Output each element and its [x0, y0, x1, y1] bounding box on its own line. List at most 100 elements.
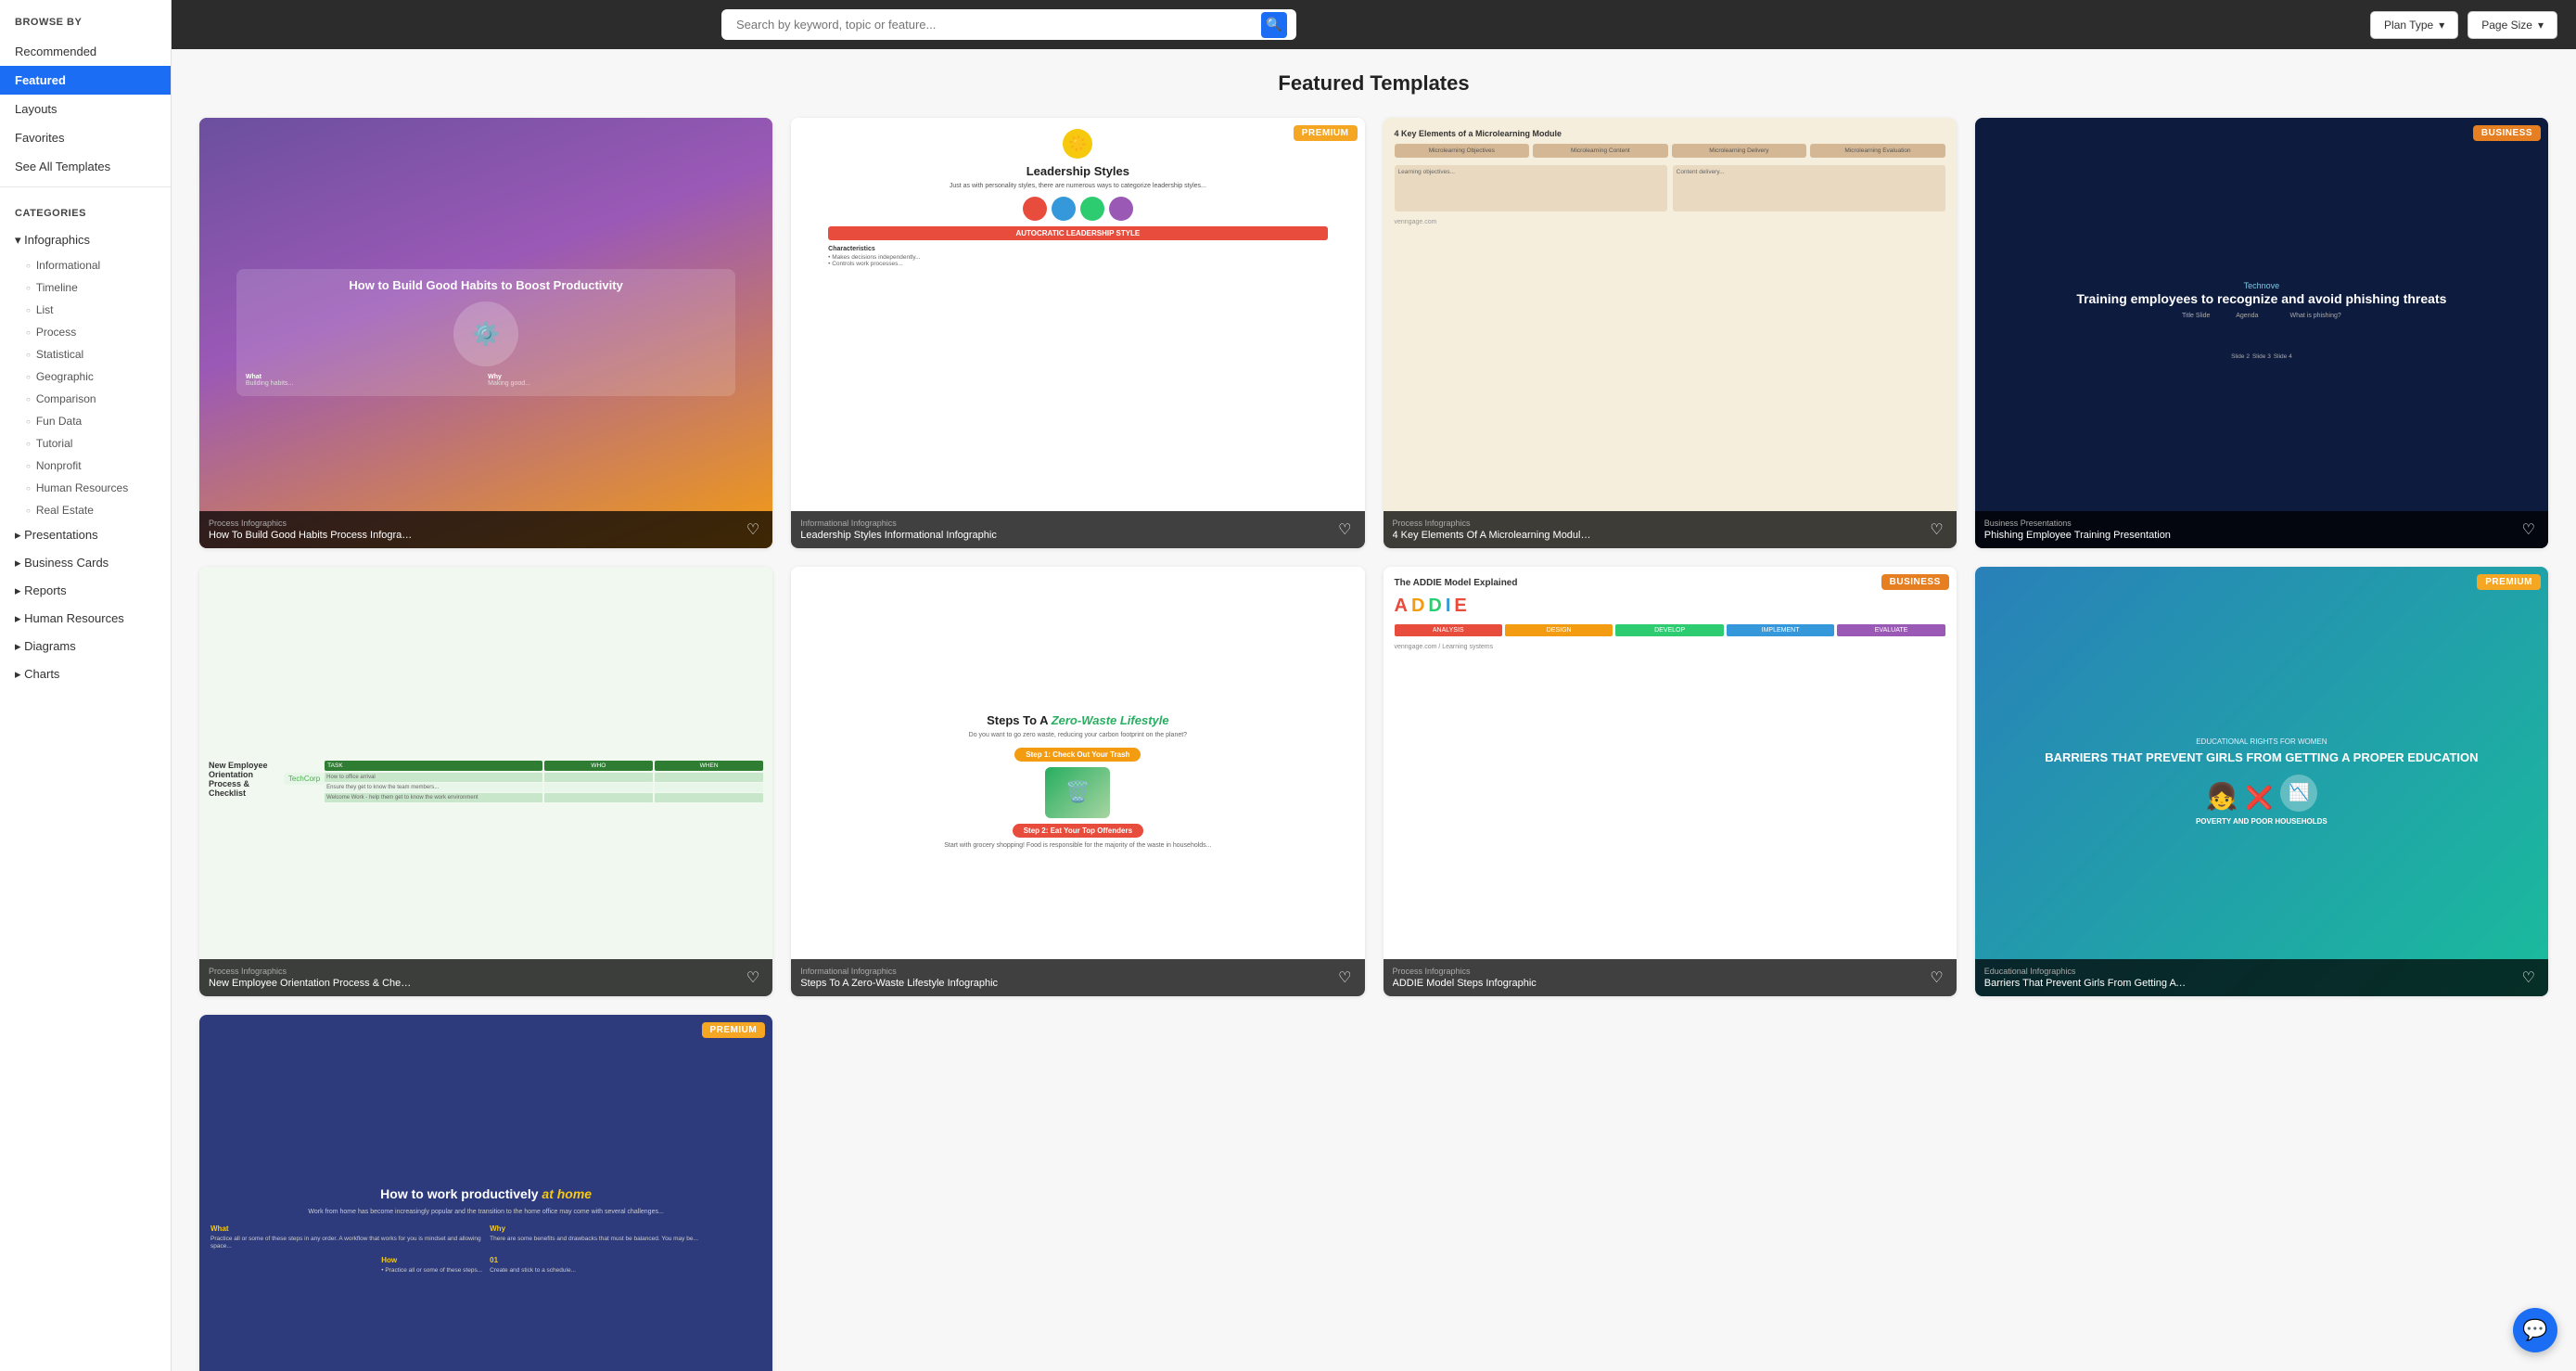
sidebar-category-charts[interactable]: ▸ Charts: [0, 660, 171, 688]
card-preview-wfh: How to work productively at home Work fr…: [199, 1015, 772, 1371]
card-category-zerowaste: Informational Infographics: [800, 967, 998, 976]
search-input[interactable]: [721, 9, 1296, 40]
card-image-zerowaste: Steps To A Zero-Waste Lifestyle Do you w…: [791, 567, 1364, 997]
sidebar-category-presentations[interactable]: ▸ Presentations: [0, 521, 171, 549]
sidebar-item-see-all[interactable]: See All Templates: [0, 152, 171, 181]
card-footer-text-phishing: Business Presentations Phishing Employee…: [1984, 519, 2171, 541]
sidebar: BROWSE BY Recommended Featured Layouts F…: [0, 0, 172, 1371]
template-card-microlearning[interactable]: 4 Key Elements of a Microlearning Module…: [1384, 118, 1957, 548]
sidebar-sub-tutorial[interactable]: Tutorial: [26, 432, 171, 455]
category-label: ▸ Business Cards: [15, 556, 108, 570]
card-category-orientation: Process Infographics: [209, 967, 413, 976]
sidebar-sub-geographic[interactable]: Geographic: [26, 365, 171, 388]
card-category-habits: Process Infographics: [209, 519, 413, 528]
card-name-barriers: Barriers That Prevent Girls From Getting…: [1984, 978, 2188, 989]
card-image-orientation: New Employee OrientationProcess & Checkl…: [199, 567, 772, 997]
card-name-addie: ADDIE Model Steps Infographic: [1393, 978, 1537, 989]
card-image-habits: How to Build Good Habits to Boost Produc…: [199, 118, 772, 548]
template-card-habits[interactable]: How to Build Good Habits to Boost Produc…: [199, 118, 772, 548]
page-title: Featured Templates: [199, 71, 2548, 96]
category-label: ▸ Reports: [15, 583, 67, 598]
sidebar-sub-comparison[interactable]: Comparison: [26, 388, 171, 410]
card-name-zerowaste: Steps To A Zero-Waste Lifestyle Infograp…: [800, 978, 998, 989]
favorite-button-barriers[interactable]: ♡: [2519, 967, 2539, 989]
template-card-phishing[interactable]: BUSINESS Technove Training employees to …: [1975, 118, 2548, 548]
card-category-leadership: Informational Infographics: [800, 519, 997, 528]
favorite-button-microlearning[interactable]: ♡: [1926, 519, 1946, 541]
sidebar-sub-timeline[interactable]: Timeline: [26, 276, 171, 299]
sidebar-item-label: Favorites: [15, 131, 64, 145]
sidebar-sub-statistical[interactable]: Statistical: [26, 343, 171, 365]
card-category-barriers: Educational Infographics: [1984, 967, 2188, 976]
sidebar-sub-real-estate[interactable]: Real Estate: [26, 499, 171, 521]
category-label: ▾ Infographics: [15, 233, 90, 248]
sidebar-sub-nonprofit[interactable]: Nonprofit: [26, 455, 171, 477]
sidebar-item-label: Featured: [15, 73, 66, 87]
sidebar-item-label: Layouts: [15, 102, 57, 116]
sidebar-sub-list[interactable]: List: [26, 299, 171, 321]
chevron-down-icon: ▾: [2538, 19, 2544, 32]
sidebar-sub-informational[interactable]: Informational: [26, 254, 171, 276]
premium-badge-leadership: PREMIUM: [1294, 125, 1358, 141]
sidebar-item-label: See All Templates: [15, 160, 110, 173]
template-card-leadership[interactable]: PREMIUM ☀️ Leadership Styles Just as wit…: [791, 118, 1364, 548]
card-footer-text-leadership: Informational Infographics Leadership St…: [800, 519, 997, 541]
card-preview-addie: The ADDIE Model Explained A D D I E ANAL…: [1384, 567, 1957, 997]
card-footer-habits: Process Infographics How To Build Good H…: [199, 511, 772, 548]
search-bar-container: 🔍: [721, 9, 1296, 40]
card-image-phishing: BUSINESS Technove Training employees to …: [1975, 118, 2548, 548]
template-card-barriers[interactable]: PREMIUM EDUCATIONAL RIGHTS FOR WOMEN BAR…: [1975, 567, 2548, 997]
favorite-button-zerowaste[interactable]: ♡: [1334, 967, 1355, 989]
sidebar-item-featured[interactable]: Featured: [0, 66, 171, 95]
card-image-microlearning: 4 Key Elements of a Microlearning Module…: [1384, 118, 1957, 548]
page-size-dropdown[interactable]: Page Size ▾: [2468, 11, 2557, 39]
card-footer-zerowaste: Informational Infographics Steps To A Ze…: [791, 959, 1364, 996]
sidebar-item-recommended[interactable]: Recommended: [0, 37, 171, 66]
sidebar-sub-fun-data[interactable]: Fun Data: [26, 410, 171, 432]
sidebar-category-business-cards[interactable]: ▸ Business Cards: [0, 549, 171, 577]
search-button[interactable]: 🔍: [1261, 12, 1287, 38]
card-footer-barriers: Educational Infographics Barriers That P…: [1975, 959, 2548, 996]
chevron-down-icon: ▾: [2439, 19, 2444, 32]
card-name-orientation: New Employee Orientation Process & Check…: [209, 978, 413, 989]
card-preview-leadership: ☀️ Leadership Styles Just as with person…: [791, 118, 1364, 548]
card-preview-orientation: New Employee OrientationProcess & Checkl…: [199, 567, 772, 997]
template-grid: How to Build Good Habits to Boost Produc…: [199, 118, 2548, 1371]
sidebar-sub-process[interactable]: Process: [26, 321, 171, 343]
sidebar-sub-human-resources[interactable]: Human Resources: [26, 477, 171, 499]
favorite-button-leadership[interactable]: ♡: [1334, 519, 1355, 541]
card-name-leadership: Leadership Styles Informational Infograp…: [800, 530, 997, 541]
header-controls: Plan Type ▾ Page Size ▾: [2370, 11, 2557, 39]
chat-icon: 💬: [2522, 1318, 2547, 1342]
chat-bubble[interactable]: 💬: [2513, 1308, 2557, 1352]
template-card-addie[interactable]: BUSINESS The ADDIE Model Explained A D D…: [1384, 567, 1957, 997]
sidebar-item-label: Recommended: [15, 45, 96, 58]
sidebar-category-human-resources[interactable]: ▸ Human Resources: [0, 605, 171, 633]
plan-type-dropdown[interactable]: Plan Type ▾: [2370, 11, 2458, 39]
card-preview-microlearning: 4 Key Elements of a Microlearning Module…: [1384, 118, 1957, 548]
card-footer-leadership: Informational Infographics Leadership St…: [791, 511, 1364, 548]
business-badge-phishing: BUSINESS: [2473, 125, 2541, 141]
favorite-button-phishing[interactable]: ♡: [2519, 519, 2539, 541]
sidebar-item-layouts[interactable]: Layouts: [0, 95, 171, 123]
card-image-wfh: PREMIUM How to work productively at home…: [199, 1015, 772, 1371]
card-footer-microlearning: Process Infographics 4 Key Elements Of A…: [1384, 511, 1957, 548]
card-preview-habits: How to Build Good Habits to Boost Produc…: [199, 118, 772, 548]
favorite-button-addie[interactable]: ♡: [1926, 967, 1946, 989]
card-footer-text-zerowaste: Informational Infographics Steps To A Ze…: [800, 967, 998, 989]
sidebar-category-infographics[interactable]: ▾ Infographics: [0, 226, 171, 254]
card-footer-text-orientation: Process Infographics New Employee Orient…: [209, 967, 413, 989]
template-card-zerowaste[interactable]: Steps To A Zero-Waste Lifestyle Do you w…: [791, 567, 1364, 997]
template-card-orientation[interactable]: New Employee OrientationProcess & Checkl…: [199, 567, 772, 997]
favorite-button-habits[interactable]: ♡: [743, 519, 763, 541]
sidebar-item-favorites[interactable]: Favorites: [0, 123, 171, 152]
card-footer-orientation: Process Infographics New Employee Orient…: [199, 959, 772, 996]
sidebar-category-reports[interactable]: ▸ Reports: [0, 577, 171, 605]
page-size-label: Page Size: [2481, 19, 2532, 32]
favorite-button-orientation[interactable]: ♡: [743, 967, 763, 989]
card-footer-text-addie: Process Infographics ADDIE Model Steps I…: [1393, 967, 1537, 989]
template-card-wfh[interactable]: PREMIUM How to work productively at home…: [199, 1015, 772, 1371]
sidebar-category-diagrams[interactable]: ▸ Diagrams: [0, 633, 171, 660]
categories-title: CATEGORIES: [0, 193, 171, 226]
card-footer-text-habits: Process Infographics How To Build Good H…: [209, 519, 413, 541]
